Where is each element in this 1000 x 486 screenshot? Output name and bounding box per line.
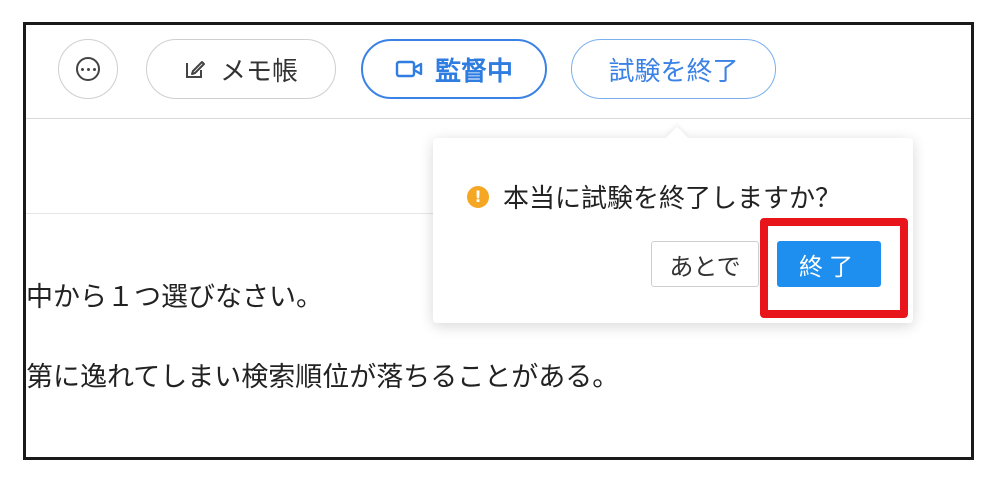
- proctoring-label: 監督中: [434, 56, 513, 87]
- question-text-line-2: 第に逸れてしまい検索順位が落ちることがある。: [26, 362, 620, 393]
- warning-icon: !: [467, 185, 489, 208]
- content-divider: [26, 213, 446, 214]
- popover-arrow: [665, 126, 689, 150]
- end-exam-button[interactable]: 試験を終了: [571, 39, 776, 99]
- end-exam-label: 試験を終了: [608, 56, 739, 87]
- confirm-message-text: 本当に試験を終了しますか？: [503, 184, 842, 214]
- cancel-button[interactable]: あとで: [651, 241, 759, 287]
- proctoring-status-button[interactable]: 監督中: [361, 39, 547, 99]
- video-camera-icon: [395, 60, 423, 78]
- chat-button[interactable]: [58, 39, 118, 99]
- confirm-message: ! 本当に試験を終了しますか？: [467, 178, 841, 215]
- end-exam-confirm-popover: ! 本当に試験を終了しますか？ あとで 終了: [433, 126, 913, 323]
- toolbar: メモ帳 監督中 試験を終了: [26, 25, 971, 119]
- chat-bubble-icon: [76, 57, 100, 81]
- screenshot-frame: メモ帳 監督中 試験を終了 中から１つ選びなさい。 第に逸れてしまい検索順位が落…: [23, 22, 974, 460]
- confirm-end-button[interactable]: 終了: [777, 241, 881, 287]
- edit-icon: [185, 61, 205, 78]
- question-text-line-1: 中から１つ選びなさい。: [26, 282, 323, 313]
- memo-button[interactable]: メモ帳: [146, 39, 336, 99]
- memo-label: メモ帳: [219, 56, 298, 87]
